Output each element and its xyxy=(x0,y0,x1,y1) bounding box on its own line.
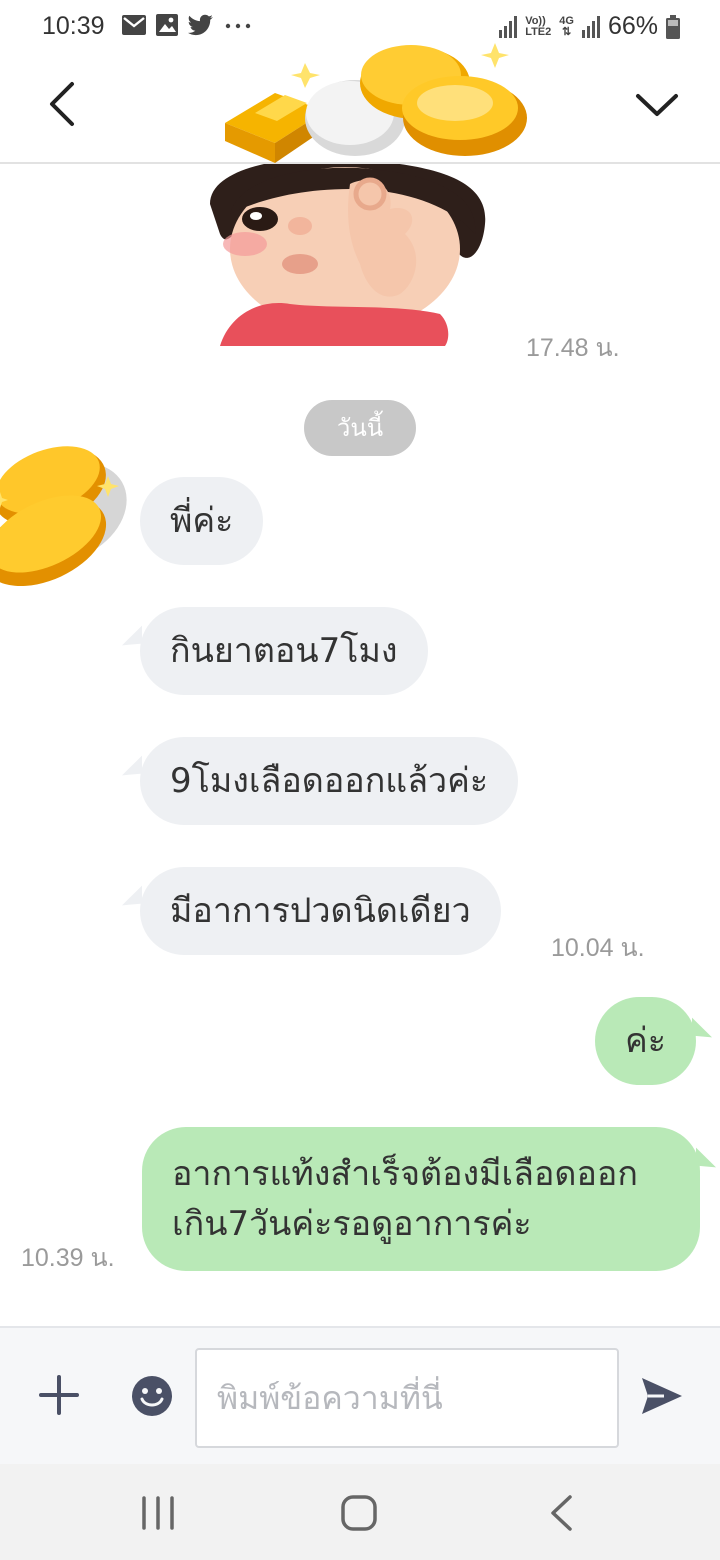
sticker-timestamp: 17.48 น. xyxy=(526,334,620,362)
outgoing-timestamp: 10.39 น. xyxy=(21,1244,115,1272)
chat-area[interactable]: 17.48 น. วันนี้ พี่ค่ะ กินยาตอน7โมง 9โมง… xyxy=(0,164,720,1326)
message-input-bar: พิมพ์ข้อความที่นี่ xyxy=(0,1326,720,1464)
mail-icon xyxy=(122,15,146,35)
coins-sticker-icon xyxy=(225,43,527,163)
data-arrows-icon: ⇅ xyxy=(562,25,572,38)
outgoing-message[interactable]: ค่ะ xyxy=(595,997,697,1085)
home-icon[interactable] xyxy=(340,1494,378,1532)
incoming-timestamp: 10.04 น. xyxy=(551,934,645,962)
girl-sticker xyxy=(210,164,486,346)
twitter-icon xyxy=(188,14,213,36)
gallery-icon xyxy=(156,14,178,36)
network-gen-label: 4G xyxy=(559,14,574,27)
incoming-message[interactable]: กินยาตอน7โมง xyxy=(140,607,428,695)
signal-icon-2 xyxy=(581,15,600,38)
incoming-message[interactable]: มีอาการปวดนิดเดียว xyxy=(140,867,501,955)
send-icon[interactable] xyxy=(638,1374,686,1418)
emoji-icon[interactable] xyxy=(130,1374,174,1418)
battery-percent: 66% xyxy=(607,12,658,40)
collapse-button[interactable] xyxy=(632,80,682,130)
recents-icon[interactable] xyxy=(140,1496,176,1530)
plus-icon[interactable] xyxy=(38,1374,80,1416)
system-navigation-bar xyxy=(0,1464,720,1560)
nav-back-icon[interactable] xyxy=(548,1494,574,1532)
date-separator: วันนี้ xyxy=(304,400,416,456)
gold-coin-2 xyxy=(402,76,527,156)
network-type: 4G ⇅ xyxy=(559,14,574,38)
outgoing-message[interactable]: อาการแท้งสำเร็จต้องมีเลือดออกเกิน7วันค่ะ… xyxy=(142,1127,700,1271)
message-input[interactable]: พิมพ์ข้อความที่นี่ xyxy=(195,1348,619,1448)
chat-header xyxy=(0,43,720,164)
status-time: 10:39 xyxy=(42,12,105,40)
coins-avatar-sticker xyxy=(0,446,127,587)
incoming-message[interactable]: พี่ค่ะ xyxy=(140,477,264,565)
incoming-message[interactable]: 9โมงเลือดออกแล้วค่ะ xyxy=(140,737,519,825)
back-button[interactable] xyxy=(40,80,90,130)
battery-icon xyxy=(666,14,680,39)
